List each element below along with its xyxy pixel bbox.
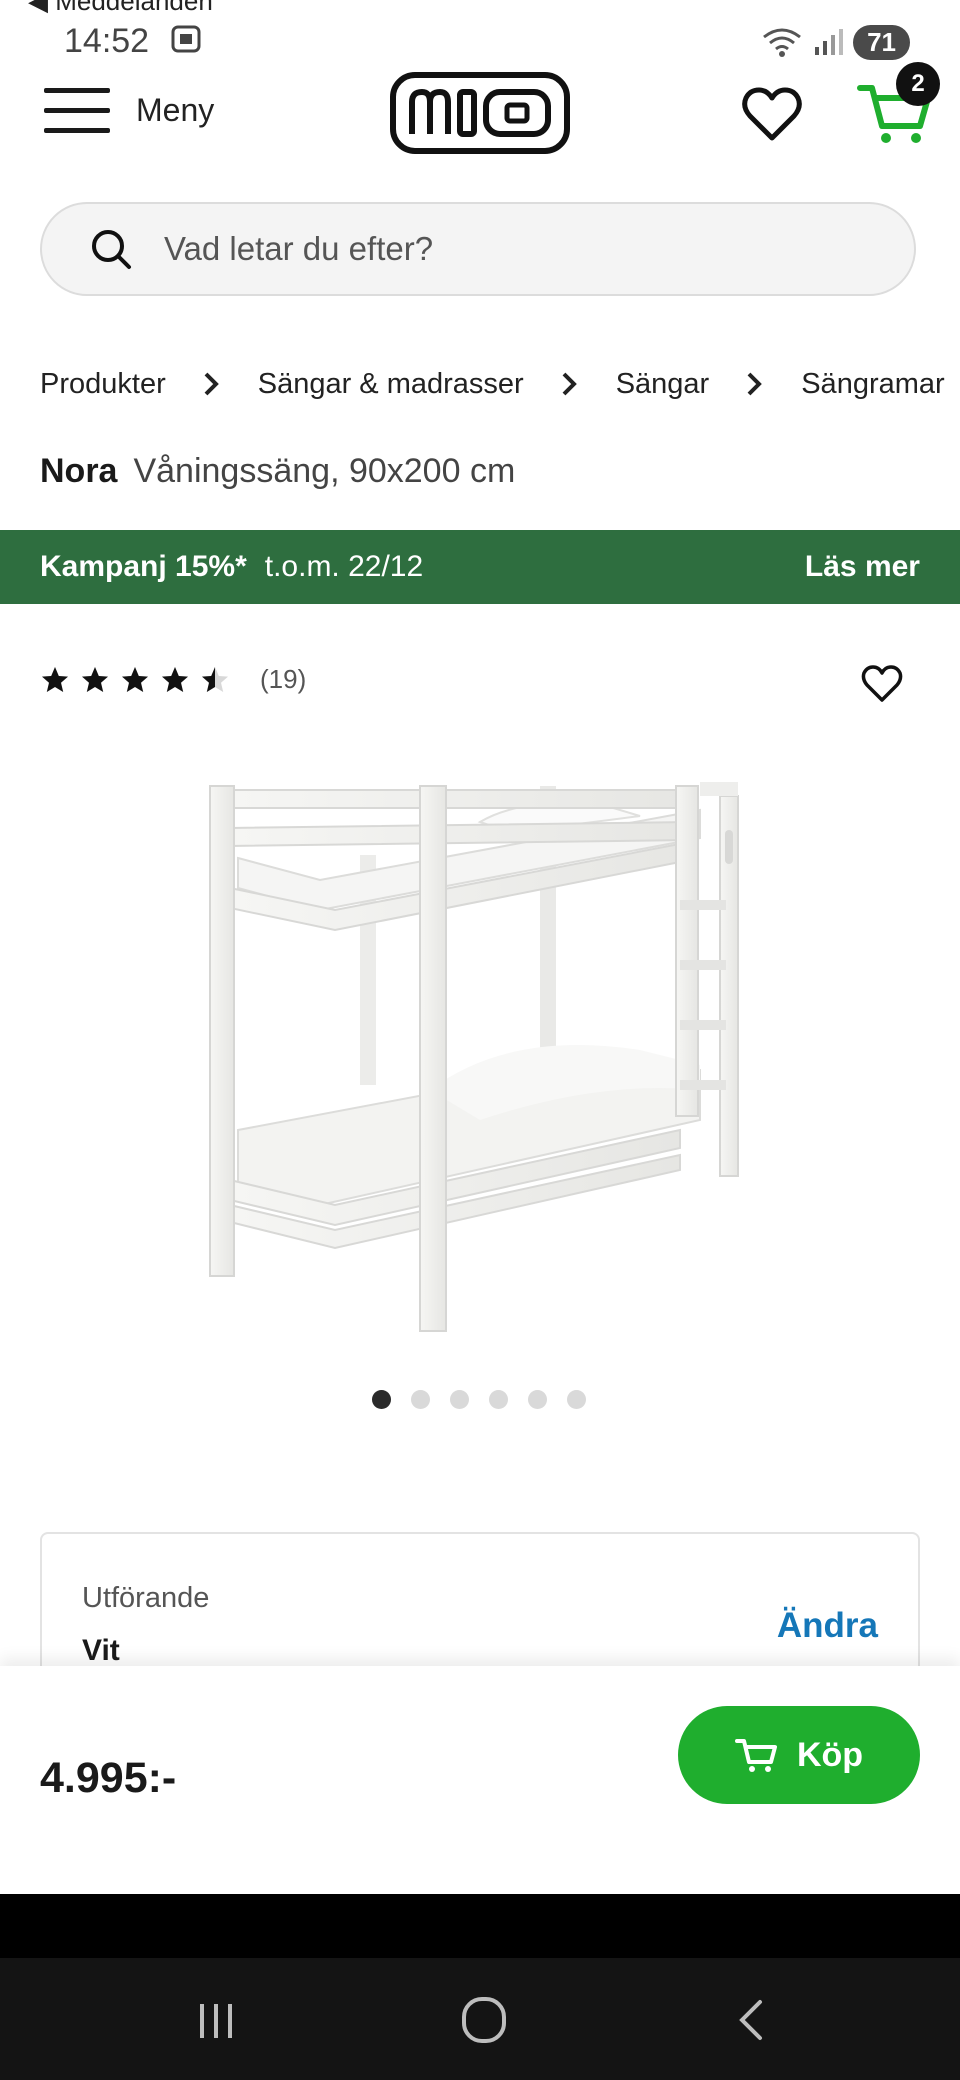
search-icon [92,230,131,269]
hamburger-icon [44,88,110,133]
wifi-icon [763,28,801,57]
chevron-right-icon [204,372,219,396]
carousel-dot[interactable] [489,1390,508,1409]
menu-label: Meny [136,91,215,128]
search-bar[interactable] [40,202,916,296]
promo-campaign: Kampanj 15%* [40,550,247,583]
product-brand: Nora [40,452,118,490]
promo-banner[interactable]: Kampanj 15%* t.o.m. 22/12 Läs mer [0,530,960,604]
cart-icon [734,1739,777,1772]
recent-apps-icon[interactable] [186,1996,246,2044]
change-variant-link[interactable]: Ändra [777,1606,878,1646]
breadcrumb-item-sangar-madrasser[interactable]: Sängar & madrasser [258,368,524,401]
image-carousel-dots [372,1390,586,1409]
buy-button[interactable]: Köp [678,1706,920,1804]
status-icons: 71 [761,22,910,62]
promo-period: t.o.m. 22/12 [264,550,424,583]
breadcrumb: Produkter Sängar & madrasser Sängar Säng… [40,364,945,404]
sticky-buy-bar: 4.995:- Köp [0,1666,960,1894]
breadcrumb-item-produkter[interactable]: Produkter [40,368,166,401]
mio-logo[interactable] [390,72,570,154]
buy-button-label: Köp [796,1735,864,1774]
breadcrumb-item-sangramar[interactable]: Sängramar [801,368,944,401]
read-more-link[interactable]: Läs mer [805,550,920,584]
status-time: 14:52 [64,22,203,61]
review-count: (19) [260,664,307,694]
signal-icon [815,29,844,55]
star-half-icon [202,666,228,692]
back-icon[interactable] [722,1996,782,2044]
carousel-dot[interactable] [411,1390,430,1409]
screenshot-icon [171,25,201,53]
system-gesture-strip [0,1894,960,1958]
product-image-bunk-bed[interactable] [180,760,780,1350]
carousel-dot[interactable] [372,1390,391,1409]
product-price: 4.995:- [40,1754,177,1802]
star-full-icon [82,666,108,692]
favorites-heart-icon[interactable] [740,82,804,146]
back-to-app-link[interactable]: ◀ Meddelanden [28,0,213,17]
variant-value: Vit [82,1634,120,1667]
wishlist-heart-icon[interactable] [860,662,904,706]
chevron-right-icon [747,372,763,396]
chevron-right-icon [562,372,577,396]
star-full-icon [42,666,68,692]
variant-label: Utförande [82,1582,210,1614]
product-description: Våningssäng, 90x200 cm [133,452,516,490]
system-navigation-bar [0,1958,960,2080]
search-input[interactable] [162,229,866,269]
star-full-icon [122,666,148,692]
carousel-dot[interactable] [528,1390,547,1409]
star-full-icon [162,666,188,692]
battery-indicator: 71 [853,24,910,60]
rating-stars [40,665,230,695]
home-icon[interactable] [454,1996,514,2044]
product-title: Nora Våningssäng, 90x200 cm [40,452,515,491]
cart-count-badge: 2 [896,62,940,106]
carousel-dot[interactable] [450,1390,469,1409]
product-rating[interactable]: (19) [40,664,306,695]
breadcrumb-item-sangar[interactable]: Sängar [616,368,710,401]
carousel-dot[interactable] [567,1390,586,1409]
menu-button[interactable]: Meny [44,86,214,134]
